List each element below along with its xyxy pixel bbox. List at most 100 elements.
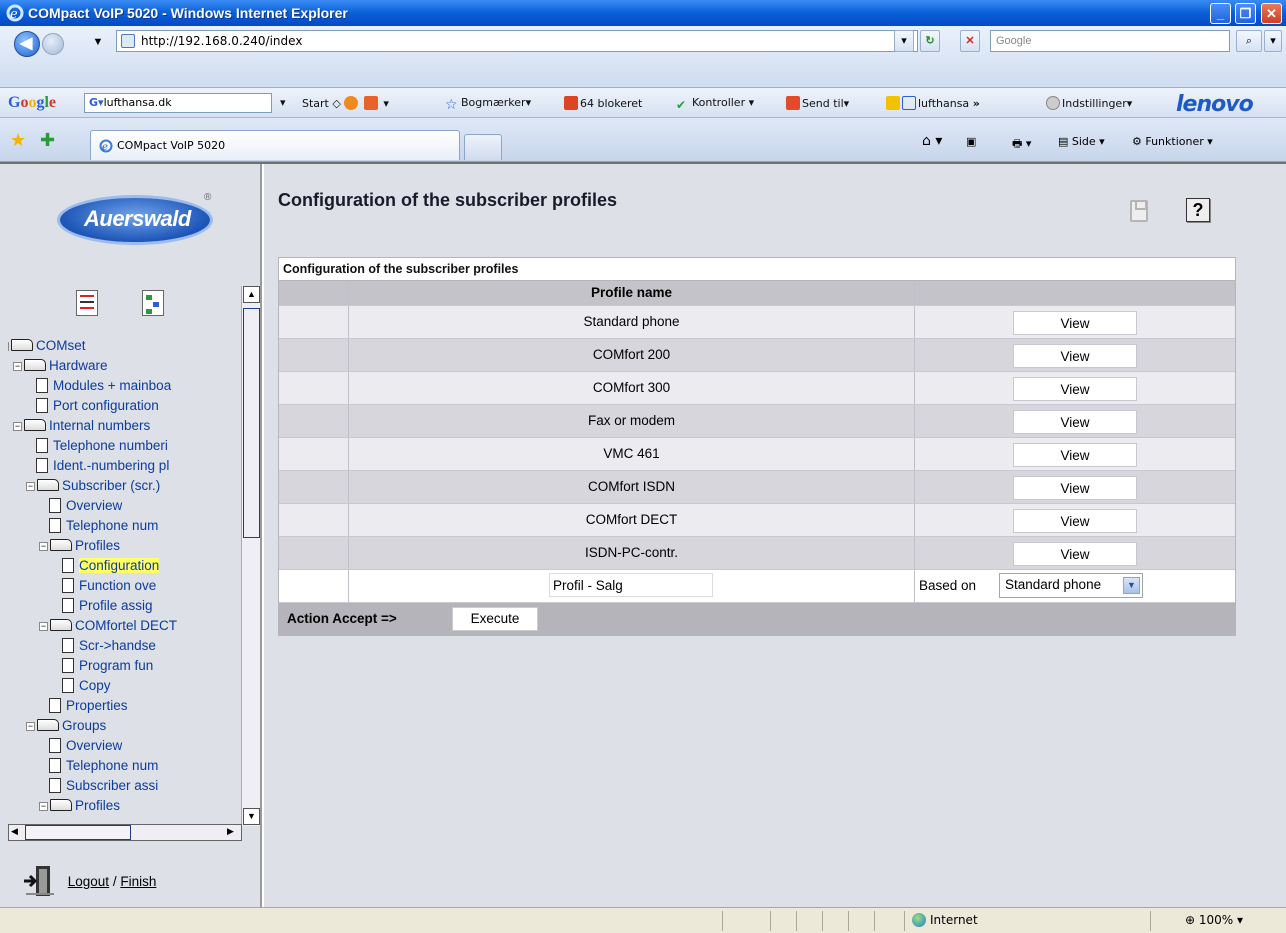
toolbar-popup-blocked[interactable]: 64 blokeret (564, 96, 642, 110)
scroll-down-icon[interactable]: ▼ (243, 808, 260, 825)
hscroll-thumb[interactable] (25, 825, 131, 840)
search-options-icon[interactable]: ▾ (1264, 30, 1282, 52)
toolbar-bookmarks[interactable]: ☆ Bogmærker▾ (445, 96, 531, 112)
collapse-toggle-icon[interactable]: − (13, 422, 22, 431)
tree-item[interactable]: Profile assig (52, 598, 153, 618)
view-button[interactable]: View (1013, 509, 1137, 533)
toolbar-settings[interactable]: Indstillinger▾ (1046, 96, 1132, 110)
collapse-toggle-icon[interactable]: − (39, 622, 48, 631)
collapse-toggle-icon[interactable]: − (39, 802, 48, 811)
tree-item[interactable]: − Profiles (39, 798, 120, 818)
toolbar-lufthansa[interactable]: lufthansa » (886, 96, 980, 110)
lenovo-logo: lenovo (1176, 92, 1254, 117)
feeds-icon[interactable]: ▣ (966, 135, 976, 148)
new-profile-name-input[interactable]: Profil - Salg (549, 573, 713, 597)
main-content: Configuration of the subscriber profiles… (264, 164, 1286, 909)
favorites-star-icon[interactable]: ★ (10, 130, 26, 151)
tools-menu[interactable]: ⚙ Funktioner ▾ (1132, 135, 1213, 148)
tree-item[interactable]: Telephone num (39, 758, 158, 778)
print-icon[interactable]: 🖶 ▾ (1012, 135, 1031, 154)
collapse-toggle-icon[interactable]: − (13, 362, 22, 371)
tree-item[interactable]: Telephone num (39, 518, 158, 538)
tree-item-label: Profiles (75, 538, 121, 553)
scroll-up-icon[interactable]: ▲ (243, 286, 260, 303)
tab-compact-voip[interactable]: e COMpact VoIP 5020 (90, 130, 460, 160)
scroll-left-icon[interactable]: ◀ (11, 826, 18, 837)
minimize-button[interactable]: _ (1210, 3, 1231, 24)
url-field[interactable]: http://192.168.0.240/index (116, 30, 918, 52)
add-favorites-icon[interactable]: ✚ (40, 130, 55, 151)
stop-icon[interactable]: ✕ (960, 30, 980, 52)
tree-item[interactable]: − COMfortel DECT (39, 618, 177, 638)
tree-item[interactable]: Program fun (52, 658, 153, 678)
toolbar-spellcheck[interactable]: ✔ Kontroller ▾ (676, 96, 754, 112)
refresh-icon[interactable]: ↻ (920, 30, 940, 52)
scroll-right-icon[interactable]: ▶ (227, 826, 234, 837)
tree-item[interactable]: Properties (39, 698, 128, 718)
collapse-toggle-icon[interactable]: − (26, 722, 35, 731)
scroll-thumb[interactable] (243, 308, 260, 538)
back-button[interactable]: ◀ (14, 31, 40, 57)
toolbar-start[interactable]: Start ◇ ▾ (302, 96, 389, 110)
view-button[interactable]: View (1013, 410, 1137, 434)
view-button[interactable]: View (1013, 311, 1137, 335)
search-icon[interactable]: ⌕ (1236, 30, 1262, 52)
based-on-select[interactable]: Standard phone ▼ (999, 573, 1143, 598)
tree-item[interactable]: Overview (39, 738, 122, 758)
collapse-toggle-icon[interactable]: − (8, 342, 9, 351)
tree-item[interactable]: Ident.-numbering pl (26, 458, 169, 478)
zoom-control[interactable]: ⊕ 100% ▾ (1185, 913, 1243, 927)
help-button[interactable]: ? (1186, 198, 1210, 222)
tree-item[interactable]: Scr->handse (52, 638, 156, 658)
tools-menu-label: Funktioner (1145, 135, 1204, 148)
tree-item[interactable]: − Internal numbers (13, 418, 150, 438)
tree-item-label: Overview (66, 498, 123, 513)
tree-item[interactable]: − COMset (8, 338, 86, 358)
view-button[interactable]: View (1013, 344, 1137, 368)
tree-item[interactable]: − Hardware (13, 358, 108, 378)
new-tab-button[interactable] (464, 134, 502, 160)
logout-link[interactable]: Logout (68, 874, 109, 889)
url-dropdown-icon[interactable]: ▾ (894, 30, 914, 52)
profile-name: COMfort 300 (349, 372, 915, 404)
view-button[interactable]: View (1013, 476, 1137, 500)
tree-item[interactable]: Port configuration (26, 398, 159, 418)
tree-item[interactable]: − Subscriber (scr.) (26, 478, 160, 498)
tree-item[interactable]: Subscriber assi (39, 778, 158, 798)
tree-item-label: Groups (62, 718, 107, 733)
chevron-down-icon[interactable]: ▼ (1123, 577, 1140, 594)
start-label: Start (302, 97, 329, 110)
google-search-input[interactable]: G▾lufthansa.dk (84, 93, 272, 113)
action-label: Action Accept => (287, 611, 397, 626)
view-button[interactable]: View (1013, 443, 1137, 467)
maximize-button[interactable]: ❐ (1235, 3, 1256, 24)
tree-item[interactable]: Telephone numberi (26, 438, 168, 458)
execute-button[interactable]: Execute (452, 607, 538, 631)
toolbar-sendto[interactable]: Send til▾ (786, 96, 849, 110)
home-icon[interactable]: ⌂ ▾ (922, 133, 942, 149)
page-menu[interactable]: ▤ Side ▾ (1058, 135, 1105, 148)
view-button[interactable]: View (1013, 377, 1137, 401)
tree-vertical-scrollbar[interactable]: ▲ ▼ (241, 286, 260, 826)
save-icon[interactable] (1130, 200, 1148, 222)
tree-item[interactable]: Copy (52, 678, 111, 698)
forward-button[interactable] (42, 33, 64, 55)
tree-item[interactable]: − Groups (26, 718, 106, 738)
finish-link[interactable]: Finish (120, 874, 156, 889)
tree-item[interactable]: Function ove (52, 578, 156, 598)
view-button[interactable]: View (1013, 542, 1137, 566)
tree-item-label: Telephone numberi (53, 438, 168, 453)
tree-horizontal-scrollbar[interactable]: ◀ ▶ (8, 824, 242, 841)
search-input[interactable]: Google (990, 30, 1230, 52)
close-button[interactable]: ✕ (1261, 3, 1282, 24)
tree-item-label: Properties (66, 698, 128, 713)
google-search-dropdown-icon[interactable]: ▾ (280, 96, 286, 109)
collapse-toggle-icon[interactable]: − (26, 482, 35, 491)
tree-item[interactable]: − Profiles (39, 538, 120, 558)
collapse-toggle-icon[interactable]: − (39, 542, 48, 551)
tree-item[interactable]: Modules + mainboa (26, 378, 171, 398)
action-row: Action Accept => Execute (279, 603, 1235, 635)
history-dropdown-icon[interactable]: ▼ (88, 32, 108, 54)
tree-item[interactable]: Overview (39, 498, 122, 518)
tree-item[interactable]: Configuration (52, 558, 160, 578)
